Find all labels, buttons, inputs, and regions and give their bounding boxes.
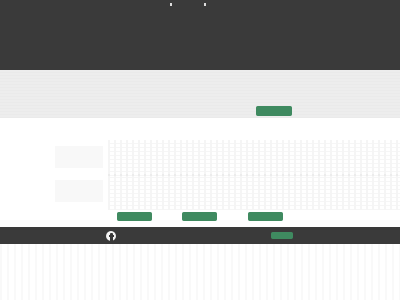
lower-texture — [0, 244, 400, 300]
facebook-icon[interactable] — [106, 231, 116, 241]
content-row — [108, 140, 400, 176]
content-cta-button-3[interactable] — [248, 212, 283, 221]
content-cta-button-2[interactable] — [182, 212, 217, 221]
footer-button[interactable] — [271, 232, 293, 239]
lower-section — [0, 244, 400, 300]
hero-cta-button[interactable] — [256, 106, 292, 116]
header-nav-marker — [170, 3, 172, 6]
content-cta-button-1[interactable] — [117, 212, 152, 221]
content-row — [108, 174, 400, 210]
content-thumb — [55, 146, 103, 168]
header-nav-marker — [204, 3, 206, 6]
content-thumb — [55, 180, 103, 202]
hero-texture — [0, 70, 400, 118]
content-section — [0, 118, 400, 227]
footer-bar — [0, 227, 400, 244]
hero-band — [0, 70, 400, 118]
site-header — [0, 0, 400, 70]
